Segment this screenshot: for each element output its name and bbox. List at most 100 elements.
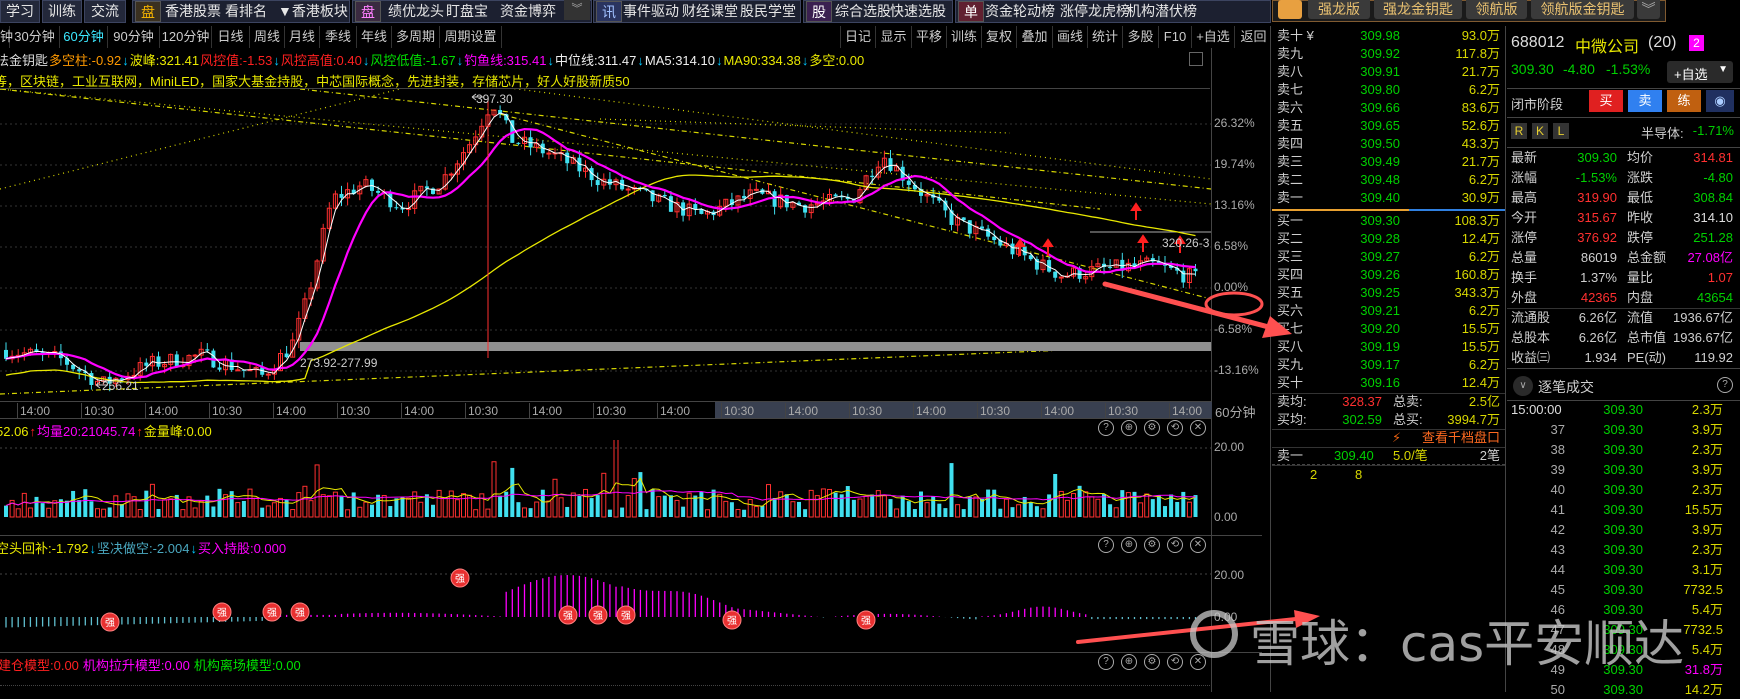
panel-toggle-icon[interactable]: [1189, 52, 1203, 66]
period-tab[interactable]: 周期设置: [440, 26, 502, 48]
candle-body: [625, 188, 631, 191]
dropdown-arrow-icon: ▼: [1718, 64, 1728, 75]
help-icon[interactable]: ?: [1098, 654, 1114, 670]
chart-tool-button[interactable]: 显示: [875, 26, 911, 48]
chart-tool-button[interactable]: 日记: [840, 26, 875, 48]
cycle-icon[interactable]: ⟲: [1167, 537, 1183, 553]
toolbar-link[interactable]: 事件驱动: [623, 0, 679, 23]
period-tab[interactable]: 季线: [320, 26, 357, 48]
zoom-in-icon[interactable]: ⊕: [1121, 537, 1137, 553]
chart-tool-button[interactable]: 平移: [911, 26, 946, 48]
period-tab[interactable]: 月线: [285, 26, 320, 48]
expand-chevron-icon[interactable]: ︾: [564, 0, 590, 20]
book-level-price: 309.30: [1360, 213, 1400, 228]
period-tab[interactable]: 90分钟: [108, 26, 160, 48]
candlestick-chart[interactable]: [0, 89, 1212, 401]
depth-link[interactable]: 查看千档盘口: [1422, 429, 1500, 447]
book-level-volume: 93.0万: [1461, 28, 1500, 43]
period-tab[interactable]: 日线: [212, 26, 250, 48]
book-level-label: 卖四: [1277, 136, 1304, 151]
period-tab[interactable]: 年线: [357, 26, 392, 48]
volume-bar: [753, 506, 759, 518]
toolbar-button[interactable]: 训练: [42, 0, 82, 23]
cycle-icon[interactable]: ⟲: [1167, 654, 1183, 670]
period-tab[interactable]: 60分钟: [60, 26, 108, 48]
period-tab[interactable]: 30分钟: [10, 26, 60, 48]
volume-bar: [168, 498, 174, 518]
percent-label: 26.32%: [1214, 116, 1255, 130]
version-tab[interactable]: 强龙金钥匙: [1374, 0, 1462, 19]
version-tab[interactable]: 强龙版: [1308, 0, 1370, 19]
chart-tool-button[interactable]: 多股: [1122, 26, 1158, 48]
watchlist-button[interactable]: +自选 ▼: [1667, 61, 1733, 83]
volume-bar: [577, 495, 582, 517]
toolbar-link[interactable]: 财经课堂: [682, 0, 738, 23]
stat-value: 6.26亿: [1578, 330, 1617, 345]
tag-r[interactable]: R: [1511, 123, 1527, 139]
chart-tool-button[interactable]: 复权: [981, 26, 1016, 48]
toolbar-link[interactable]: 快速选股: [890, 0, 946, 23]
chart-tool-button[interactable]: 返回: [1234, 26, 1272, 48]
help-icon[interactable]: ?: [1098, 537, 1114, 553]
period-tab[interactable]: 周线: [250, 26, 285, 48]
toolbar-link[interactable]: 综合选股: [835, 0, 891, 23]
close-icon[interactable]: ✕: [1190, 654, 1206, 670]
tick-price: 309.30: [1603, 482, 1643, 497]
indicator-value: 风控值:-1.53: [200, 53, 273, 68]
candle-body: [888, 158, 893, 171]
toolbar-link[interactable]: 看排名: [225, 0, 267, 23]
buy-button[interactable]: 买: [1589, 90, 1623, 112]
version-tab[interactable]: 领航版金钥匙: [1531, 0, 1634, 19]
help-icon[interactable]: ?: [1098, 420, 1114, 436]
indicator-value: ↑: [29, 424, 37, 439]
chart-tool-button[interactable]: 统计: [1087, 26, 1122, 48]
stat-label: 总市值: [1627, 330, 1667, 345]
toolbar-button[interactable]: 交流: [84, 0, 126, 23]
settings-icon[interactable]: ⚙: [1144, 537, 1160, 553]
close-icon[interactable]: ✕: [1190, 537, 1206, 553]
chart-tool-button[interactable]: 训练: [946, 26, 981, 48]
volume-bar: [454, 499, 460, 518]
expand-chevron-icon[interactable]: ︾: [1637, 0, 1660, 19]
toolbar-link[interactable]: ▼香港板块: [278, 0, 348, 23]
toolbar-link[interactable]: 香港股票: [165, 0, 221, 23]
sell-button[interactable]: 卖: [1628, 90, 1662, 112]
period-tab[interactable]: 钟: [0, 26, 13, 48]
help-icon[interactable]: ?: [1717, 377, 1733, 393]
settings-icon[interactable]: ⚙: [1144, 654, 1160, 670]
stat-value: 309.30: [1577, 150, 1617, 165]
cycle-icon[interactable]: ⟲: [1167, 420, 1183, 436]
volume-bar: [906, 501, 911, 517]
toolbar-button[interactable]: 学习: [0, 0, 40, 23]
close-icon[interactable]: ✕: [1190, 420, 1206, 436]
tag-k[interactable]: K: [1532, 123, 1548, 139]
tick-price: 309.30: [1603, 442, 1643, 457]
chart-tool-button[interactable]: F10: [1158, 26, 1191, 48]
settings-icon[interactable]: ⚙: [1144, 420, 1160, 436]
period-tab[interactable]: 多周期: [392, 26, 440, 48]
toolbar-link[interactable]: 盯盘宝: [446, 0, 488, 23]
sector-label: 半导体:: [1641, 126, 1684, 141]
practice-button[interactable]: 练: [1667, 90, 1701, 112]
toolbar-link[interactable]: 股民学堂: [740, 0, 796, 23]
toolbar-link[interactable]: 涨停龙虎榜: [1060, 0, 1130, 23]
strong-badge: 强: [588, 605, 608, 625]
period-tab[interactable]: 120分钟: [160, 26, 212, 48]
collapse-chevron-icon[interactable]: ∨: [1513, 376, 1533, 396]
tag-l[interactable]: L: [1553, 123, 1569, 139]
volume-bar: [931, 496, 936, 517]
zoom-in-icon[interactable]: ⊕: [1121, 654, 1137, 670]
chart-tool-button[interactable]: +自选: [1191, 26, 1234, 48]
volume-bar: [448, 490, 454, 518]
version-tab[interactable]: 领航版: [1466, 0, 1527, 19]
toolbar-link[interactable]: 资金博弈: [500, 0, 556, 23]
toolbar-link[interactable]: 绩优龙头: [388, 0, 444, 23]
toolbar-link[interactable]: 资金轮动榜: [985, 0, 1055, 23]
chart-tool-button[interactable]: 叠加: [1016, 26, 1052, 48]
volume-bar: [875, 490, 881, 518]
zoom-in-icon[interactable]: ⊕: [1121, 420, 1137, 436]
robot-icon[interactable]: ◉: [1706, 90, 1734, 112]
toolbar-link[interactable]: 机构潜伏榜: [1127, 0, 1197, 23]
chart-tool-button[interactable]: 画线: [1052, 26, 1087, 48]
indicator-value: 多空柱:-0.92: [49, 53, 122, 68]
